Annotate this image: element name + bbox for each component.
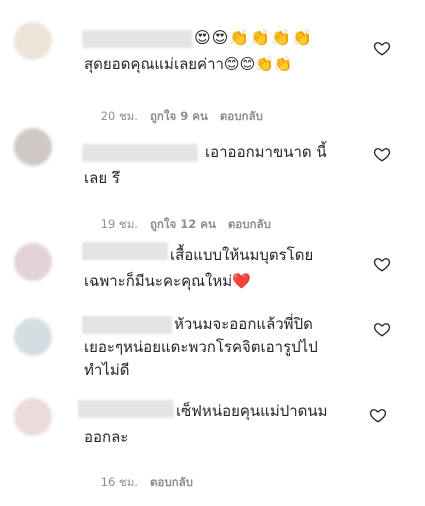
comment-meta: 16 ชม. ตอบกลับ: [86, 460, 205, 506]
like-heart-icon[interactable]: [373, 39, 391, 57]
comment-meta: 20 ชม. ถูกใจ 9 คน ตอบกลับ: [86, 94, 275, 140]
username-blurred[interactable]: [78, 400, 174, 418]
likes-count[interactable]: ถูกใจ 12 คน: [150, 217, 216, 231]
comment-text-line3: ทำไม่ดี: [84, 361, 130, 379]
comment-text-line1: เสื้อแบบให้นมบุตรโดย: [170, 246, 314, 264]
like-heart-icon[interactable]: [373, 320, 391, 338]
username-blurred[interactable]: [82, 30, 192, 48]
comment-text-line1: เอาออกมาขนาด นี้: [205, 143, 327, 161]
timestamp: 20 ชม.: [100, 109, 138, 123]
reply-button[interactable]: ตอบกลับ: [220, 109, 263, 123]
username-blurred[interactable]: [82, 316, 172, 334]
username-blurred[interactable]: [82, 144, 198, 162]
avatar[interactable]: [14, 128, 52, 166]
comment-text-line1: 😍😍👏👏👏👏: [194, 28, 314, 47]
comment-text-line2: สุดยอดคุณแม่เลยค่าา😊😊👏👏: [84, 55, 293, 73]
avatar[interactable]: [14, 318, 52, 356]
comment-text-line1: เซ็ฟหน่อยคุนแม่ปาดนม: [176, 402, 328, 420]
avatar[interactable]: [14, 398, 52, 436]
reply-button[interactable]: ตอบกลับ: [228, 217, 271, 231]
like-heart-icon[interactable]: [373, 255, 391, 273]
comment-text-line2: ออกละ: [84, 428, 129, 446]
like-heart-icon[interactable]: [373, 145, 391, 163]
avatar[interactable]: [14, 22, 52, 60]
timestamp: 16 ชม.: [100, 475, 138, 489]
likes-count[interactable]: ถูกใจ 9 คน: [150, 109, 208, 123]
timestamp: 19 ชม.: [100, 217, 138, 231]
like-heart-icon[interactable]: [369, 406, 387, 424]
reply-button[interactable]: ตอบกลับ: [150, 475, 193, 489]
comment-text-line2: เลย รึ: [84, 169, 120, 187]
username-blurred[interactable]: [82, 242, 168, 260]
avatar[interactable]: [14, 243, 52, 281]
comment-text-line2: เฉพาะก็มีนะคะคุณใหม่❤️: [84, 272, 251, 290]
